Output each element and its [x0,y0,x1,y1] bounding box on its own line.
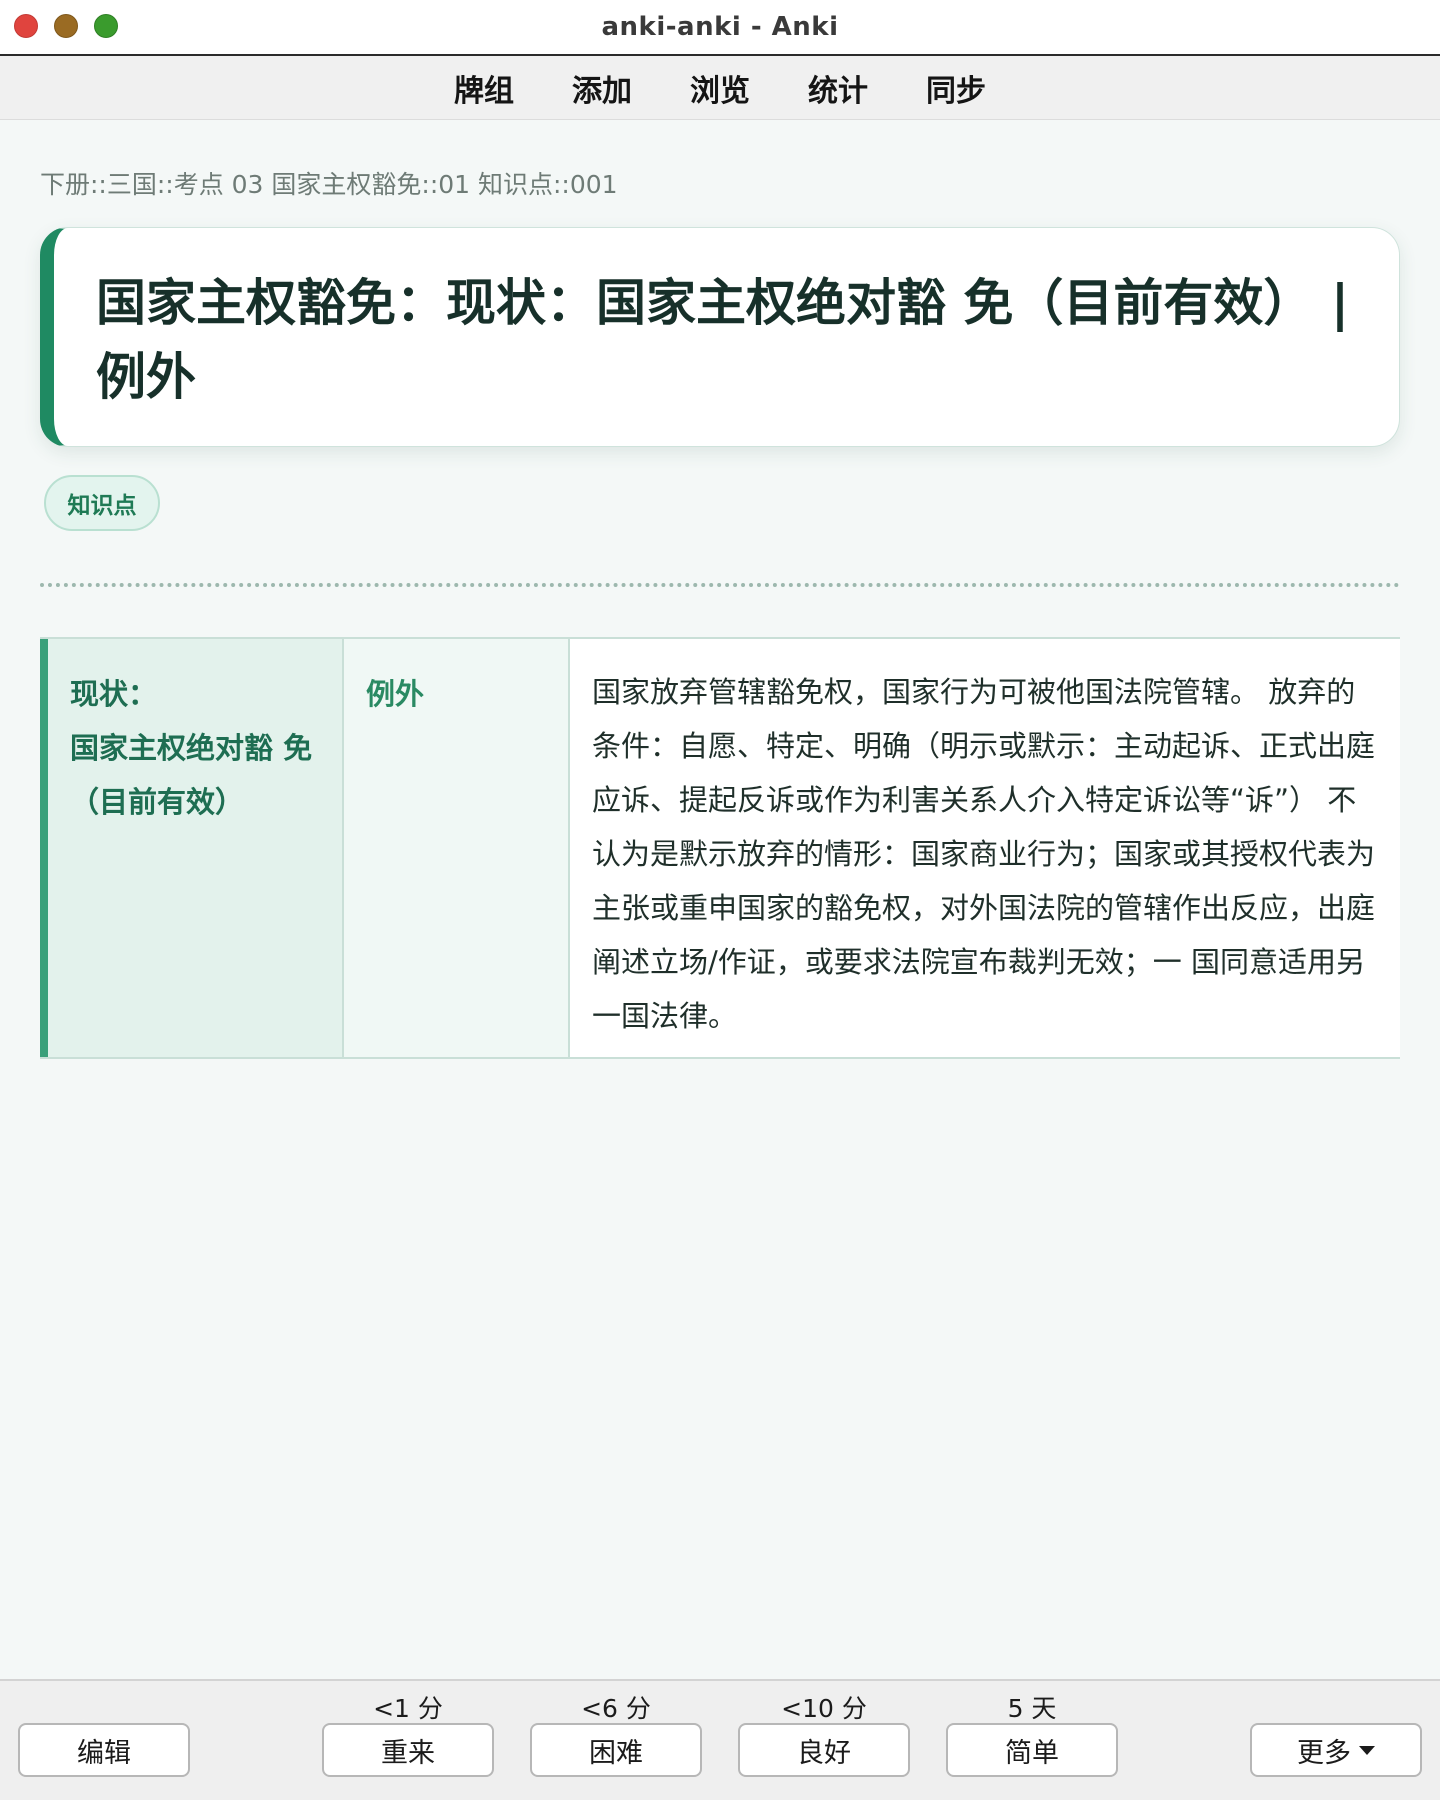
card-title-box: 国家主权豁免：现状：国家主权绝对豁 免（目前有效） | 例外 [40,227,1400,447]
nav-sync[interactable]: 同步 [897,66,1015,110]
good-button[interactable]: 良好 [738,1723,910,1777]
table-cell-explanation: 国家放弃管辖豁免权，国家行为可被他国法院管辖。 放弃的条件：自愿、特定、明确（明… [570,639,1400,1057]
answer-table: 现状： 国家主权绝对豁 免 （目前有效） 例外 国家放弃管辖豁免权，国家行为可被… [40,637,1400,1059]
again-button[interactable]: 重来 [322,1723,494,1777]
close-window-icon[interactable] [14,14,38,38]
nav-add[interactable]: 添加 [543,66,661,110]
status-line: （目前有效） [70,785,245,819]
nav-browse[interactable]: 浏览 [661,66,779,110]
window-controls [14,14,118,38]
main-toolbar: 牌组 添加 浏览 统计 同步 [0,56,1440,120]
title-bar: anki-anki - Anki [0,0,1440,56]
hard-interval: <6 分 [581,1694,651,1723]
minimize-window-icon[interactable] [54,14,78,38]
good-interval: <10 分 [781,1694,867,1723]
more-label: 更多 [1297,1737,1351,1769]
status-line: 国家主权绝对豁 免 [70,731,313,765]
hard-button[interactable]: 困难 [530,1723,702,1777]
window-title: anki-anki - Anki [601,12,839,42]
table-cell-category: 例外 [344,639,570,1057]
deck-breadcrumb: 下册::三国::考点 03 国家主权豁免::01 知识点::001 [40,170,618,199]
nav-decks[interactable]: 牌组 [425,66,543,110]
again-interval: <1 分 [373,1694,443,1723]
card-title: 国家主权豁免：现状：国家主权绝对豁 免（目前有效） | 例外 [96,274,1350,406]
easy-interval: 5 天 [1007,1694,1057,1723]
review-bottom-bar: 编辑 <1 分 重来 <6 分 困难 <10 分 良好 5 天 简单 更多 [0,1679,1440,1800]
table-cell-status: 现状： 国家主权绝对豁 免 （目前有效） [40,639,344,1057]
category-label: 例外 [366,677,425,711]
card-content: 下册::三国::考点 03 国家主权豁免::01 知识点::001 国家主权豁免… [0,121,1440,1679]
status-line: 现状： [70,677,158,711]
zoom-window-icon[interactable] [94,14,118,38]
chevron-down-icon [1359,1745,1375,1755]
explanation-text: 国家放弃管辖豁免权，国家行为可被他国法院管辖。 放弃的条件：自愿、特定、明确（明… [592,675,1376,1033]
easy-button[interactable]: 简单 [946,1723,1118,1777]
dotted-divider [40,583,1400,587]
nav-stats[interactable]: 统计 [779,66,897,110]
edit-button[interactable]: 编辑 [18,1723,190,1777]
more-button[interactable]: 更多 [1250,1723,1422,1777]
card-tag: 知识点 [44,475,160,531]
anki-window: anki-anki - Anki 牌组 添加 浏览 统计 同步 下册::三国::… [0,0,1440,1800]
